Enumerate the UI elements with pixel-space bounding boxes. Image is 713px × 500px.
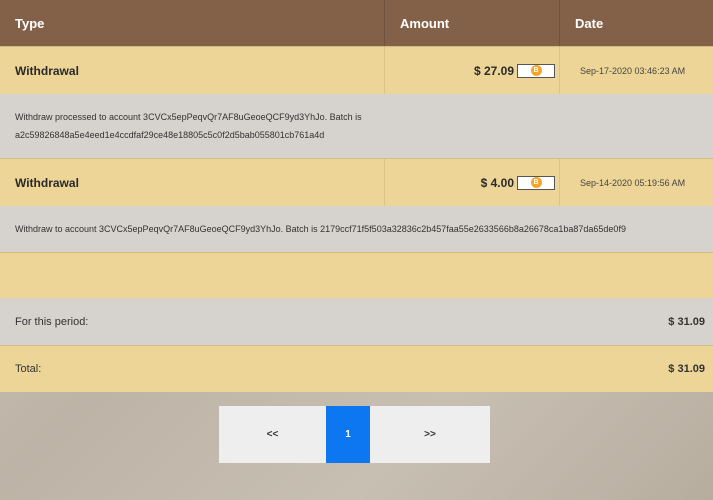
table-row: Withdrawal $ 27.09 B Sep-17-2020 03:46:2… — [0, 46, 713, 94]
table-header: Type Amount Date — [0, 0, 713, 46]
total-value: $ 31.09 — [668, 363, 705, 375]
bitcoin-icon: B — [530, 177, 542, 188]
detail-line: a2c59826848a5e4eed1e4ccdfaf29ce48e18805c… — [15, 130, 325, 140]
column-header-amount: Amount — [385, 0, 560, 46]
total-row: Total: $ 31.09 — [0, 345, 713, 392]
detail-line: Withdraw to account 3CVCx5epPeqvQr7AF8uG… — [15, 224, 626, 234]
transaction-detail: Withdraw to account 3CVCx5epPeqvQr7AF8uG… — [0, 206, 713, 252]
amount-value: $ 4.00 — [480, 175, 514, 190]
period-value: $ 31.09 — [668, 315, 705, 328]
amount-value: $ 27.09 — [473, 63, 514, 78]
column-header-date: Date — [575, 15, 604, 31]
table-row: Withdrawal $ 4.00 B Sep-14-2020 05:19:56… — [0, 158, 713, 206]
period-label: For this period: — [15, 315, 89, 328]
column-header-type: Type — [0, 0, 385, 46]
coin-badge: B — [517, 175, 555, 190]
transaction-date: Sep-17-2020 03:46:23 AM — [580, 65, 686, 76]
total-label: Total: — [15, 363, 42, 375]
page-1-button[interactable]: 1 — [326, 406, 370, 463]
bitcoin-icon: B — [530, 65, 542, 76]
transaction-date: Sep-14-2020 05:19:56 AM — [580, 177, 686, 188]
coin-badge: B — [517, 63, 555, 78]
transaction-type: Withdrawal — [0, 47, 385, 94]
previous-page-button[interactable]: << — [219, 406, 326, 463]
transaction-amount: $ 4.00 B — [385, 159, 560, 206]
detail-line: Withdraw processed to account 3CVCx5epPe… — [15, 112, 362, 122]
empty-row — [0, 252, 713, 298]
transaction-type: Withdrawal — [0, 159, 385, 206]
transaction-detail: Withdraw processed to account 3CVCx5epPe… — [0, 94, 713, 158]
next-page-button[interactable]: >> — [370, 406, 490, 463]
pagination: << 1 >> — [219, 406, 490, 463]
transactions-table: Type Amount Date Withdrawal $ 27.09 B Se… — [0, 0, 713, 392]
transaction-amount: $ 27.09 B — [385, 47, 560, 94]
period-summary-row: For this period: $ 31.09 — [0, 298, 713, 345]
